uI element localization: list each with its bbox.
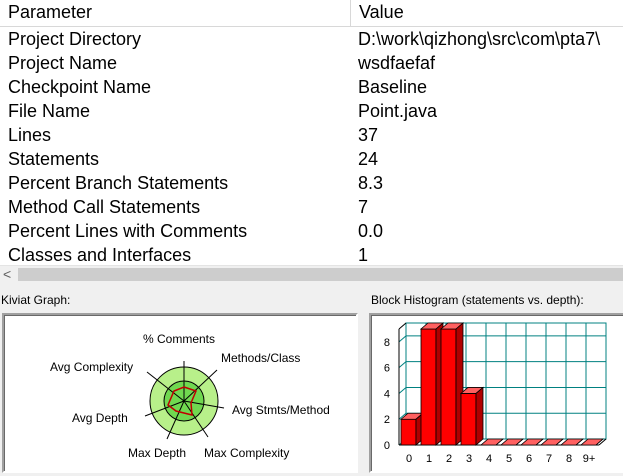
- table-row[interactable]: Checkpoint Name Baseline: [0, 75, 623, 99]
- scroll-left-icon[interactable]: <: [3, 265, 11, 283]
- param-cell: Percent Lines with Comments: [8, 221, 248, 241]
- table-row[interactable]: File Name Point.java: [0, 99, 623, 123]
- kiviat-axis-label-methods-class: Methods/Class: [221, 351, 300, 365]
- table-row[interactable]: Lines 37: [0, 123, 623, 147]
- histogram-ytick-label: 6: [384, 363, 390, 375]
- value-cell: 1: [358, 245, 369, 265]
- param-cell: Lines: [8, 125, 52, 145]
- histogram-xtick-label: 0: [406, 453, 412, 465]
- table-row[interactable]: Classes and Interfaces 1: [0, 243, 623, 267]
- histogram-xtick-label: 6: [526, 453, 532, 465]
- value-cell: 8.3: [358, 173, 384, 193]
- histogram-bar-side: [475, 386, 484, 446]
- table-row[interactable]: Project Name wsdfaefaf: [0, 51, 623, 75]
- table-row[interactable]: Percent Branch Statements 8.3: [0, 171, 623, 195]
- kiviat-graph-label: Kiviat Graph:: [1, 293, 71, 307]
- table-header: Parameter Value: [0, 0, 623, 27]
- histogram-xtick-label: 5: [506, 453, 512, 465]
- param-cell: Checkpoint Name: [8, 77, 152, 97]
- table-row[interactable]: Percent Lines with Comments 0.0: [0, 219, 623, 243]
- histogram-xtick-label: 9+: [583, 453, 596, 465]
- histogram-grid-diagonal: [398, 335, 407, 343]
- histogram-ytick-label: 0: [384, 440, 390, 452]
- block-histogram-panel: 0 2 4 6 8 0 1 2 3 4 5 6 7 8 9+: [369, 313, 623, 473]
- histogram-bar: [420, 328, 437, 446]
- histogram-bar: [460, 393, 477, 446]
- param-cell: Statements: [8, 149, 100, 169]
- column-header-parameter[interactable]: Parameter: [0, 0, 351, 26]
- histogram-xtick-label: 3: [466, 453, 472, 465]
- kiviat-axis-label-max-complexity: Max Complexity: [204, 446, 289, 460]
- histogram-grid-diagonal: [398, 387, 407, 394]
- histogram-bar: [440, 328, 457, 446]
- horizontal-scrollbar[interactable]: <: [0, 265, 623, 284]
- histogram-ytick-label: 4: [384, 388, 390, 400]
- table-row[interactable]: Statements 24: [0, 147, 623, 171]
- histogram-grid-diagonal: [398, 361, 407, 369]
- scroll-thumb[interactable]: [18, 268, 623, 281]
- kiviat-axis-label-avg-stmts: Avg Stmts/Method: [232, 403, 330, 417]
- histogram-ytick-label: 2: [384, 414, 390, 426]
- value-cell: 0.0: [358, 221, 384, 241]
- param-cell: Project Name: [8, 53, 118, 73]
- column-header-value[interactable]: Value: [351, 0, 623, 26]
- kiviat-axis-label-max-depth: Max Depth: [128, 446, 186, 460]
- value-cell: Baseline: [358, 77, 428, 97]
- table-row[interactable]: Project Directory D:\work\qizhong\src\co…: [0, 27, 623, 51]
- kiviat-graph-panel: % Comments Methods/Class Avg Stmts/Metho…: [2, 313, 358, 473]
- value-cell: 24: [358, 149, 379, 169]
- histogram-axis-edge: [398, 322, 407, 330]
- histogram-xtick-label: 4: [486, 453, 492, 465]
- kiviat-graph: % Comments Methods/Class Avg Stmts/Metho…: [50, 332, 330, 460]
- value-cell: wsdfaefaf: [358, 53, 436, 73]
- block-histogram-label: Block Histogram (statements vs. depth):: [371, 293, 584, 307]
- histogram-ytick-label: 8: [384, 337, 390, 349]
- kiviat-axis-label-avg-depth: Avg Depth: [72, 411, 128, 425]
- kiviat-axis-label-avg-complexity: Avg Complexity: [50, 360, 133, 374]
- histogram-bar: [400, 418, 417, 446]
- param-cell: Classes and Interfaces: [8, 245, 192, 265]
- histogram-xtick-label: 7: [546, 453, 552, 465]
- table-rows: Project Directory D:\work\qizhong\src\co…: [0, 27, 623, 267]
- param-cell: Project Directory: [8, 29, 142, 49]
- histogram-xtick-label: 8: [566, 453, 572, 465]
- value-cell: Point.java: [358, 101, 438, 121]
- param-cell: File Name: [8, 101, 91, 121]
- block-histogram-chart: 0 2 4 6 8 0 1 2 3 4 5 6 7 8 9+: [384, 322, 607, 465]
- param-cell: Percent Branch Statements: [8, 173, 229, 193]
- value-cell: 37: [358, 125, 379, 145]
- histogram-xtick-label: 2: [446, 453, 452, 465]
- value-cell: 7: [358, 197, 369, 217]
- table-row[interactable]: Method Call Statements 7: [0, 195, 623, 219]
- metrics-table: Parameter Value Project Directory D:\wor…: [0, 0, 623, 267]
- param-cell: Method Call Statements: [8, 197, 201, 217]
- value-cell: D:\work\qizhong\src\com\pta7\: [358, 29, 601, 49]
- kiviat-axis-label-comments: % Comments: [143, 332, 215, 346]
- histogram-xtick-label: 1: [426, 453, 432, 465]
